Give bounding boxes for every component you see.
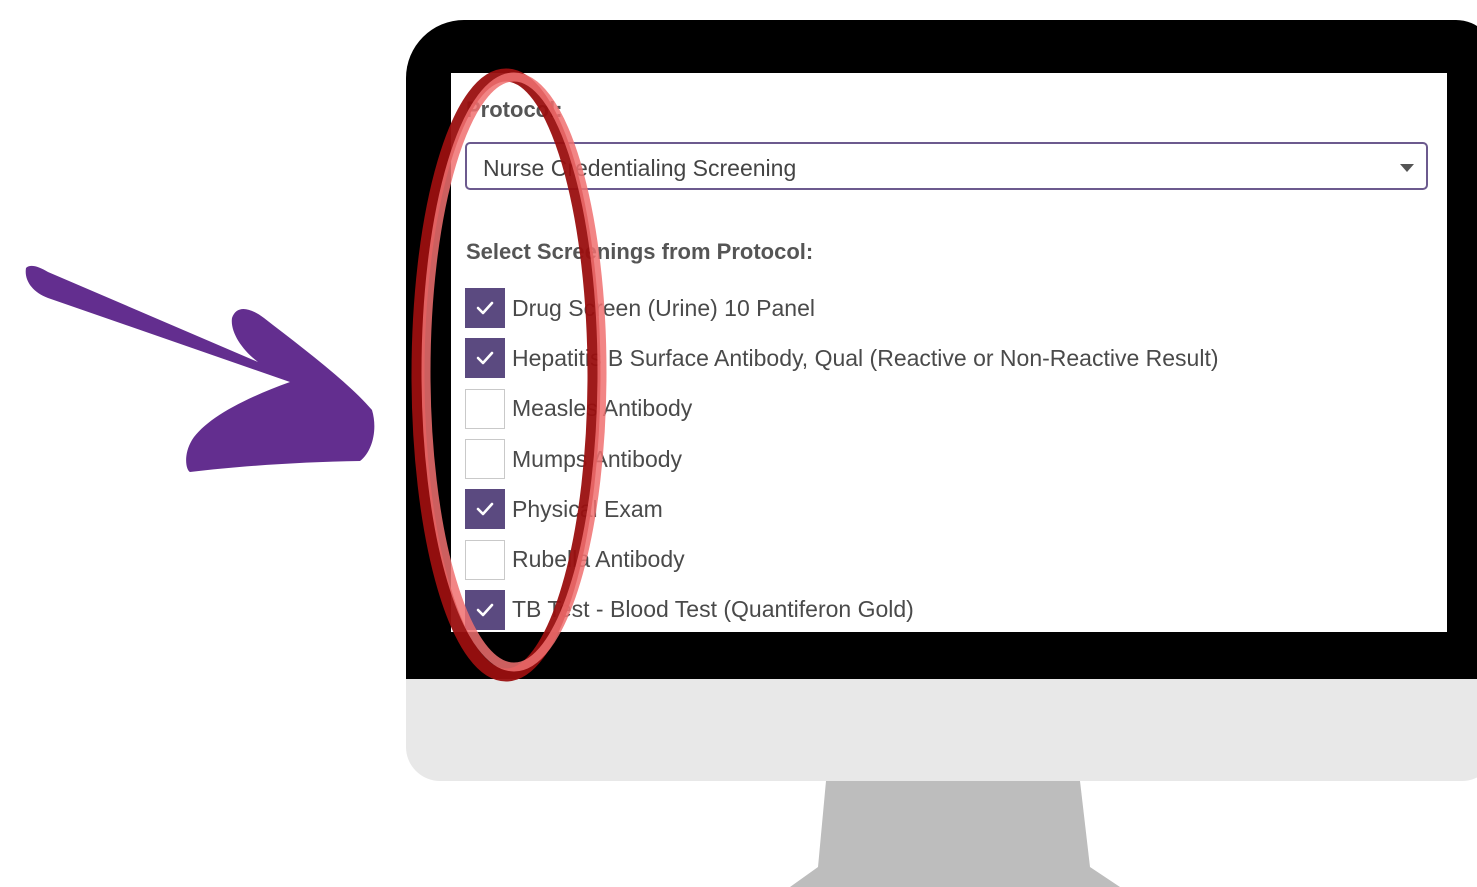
checkmark-icon xyxy=(476,301,494,315)
checkmark-icon xyxy=(476,503,494,516)
checkmark-icon xyxy=(476,352,494,365)
screening-label: TB Test - Blood Test (Quantiferon Gold) xyxy=(512,596,914,623)
screening-item[interactable]: TB Test - Blood Test (Quantiferon Gold) xyxy=(465,585,1425,632)
screening-checkbox[interactable] xyxy=(465,288,505,329)
screening-label: Drug Screen (Urine) 10 Panel xyxy=(512,294,815,321)
arrow-annotation xyxy=(25,265,375,472)
monitor-stand xyxy=(790,781,1120,887)
monitor-screen: Protocol: Nurse Credentialing Screening … xyxy=(451,73,1447,632)
screening-checkbox[interactable] xyxy=(465,539,505,580)
screening-item[interactable]: Measles Antibody xyxy=(465,384,1425,434)
protocol-label: Protocol: xyxy=(466,97,563,122)
checkmark-icon xyxy=(476,603,494,617)
screening-list: Drug Screen (Urine) 10 Panel Hepatitis B… xyxy=(465,283,1425,632)
monitor-chin xyxy=(406,679,1477,781)
screening-checkbox[interactable] xyxy=(465,589,505,630)
chevron-down-icon xyxy=(1400,164,1414,172)
protocol-select[interactable]: Nurse Credentialing Screening xyxy=(465,142,1428,190)
screening-checkbox[interactable] xyxy=(465,338,505,379)
screening-item[interactable]: Drug Screen (Urine) 10 Panel xyxy=(465,283,1425,333)
screening-item[interactable]: Physical Exam xyxy=(465,484,1425,534)
screening-item[interactable]: Hepatitis B Surface Antibody, Qual (Reac… xyxy=(465,333,1425,383)
screening-label: Mumps Antibody xyxy=(512,445,683,472)
screening-checkbox[interactable] xyxy=(465,489,505,530)
screening-item[interactable]: Mumps Antibody xyxy=(465,434,1425,484)
screenings-heading: Select Screenings from Protocol: xyxy=(466,239,814,264)
screening-item[interactable]: Rubella Antibody xyxy=(465,534,1425,584)
screening-label: Hepatitis B Surface Antibody, Qual (Reac… xyxy=(512,344,1219,371)
screening-label: Rubella Antibody xyxy=(512,546,685,573)
screening-checkbox[interactable] xyxy=(465,388,505,429)
protocol-select-value: Nurse Credentialing Screening xyxy=(483,155,797,181)
screening-label: Physical Exam xyxy=(512,495,663,522)
screening-checkbox[interactable] xyxy=(465,439,505,480)
screening-label: Measles Antibody xyxy=(512,395,693,422)
